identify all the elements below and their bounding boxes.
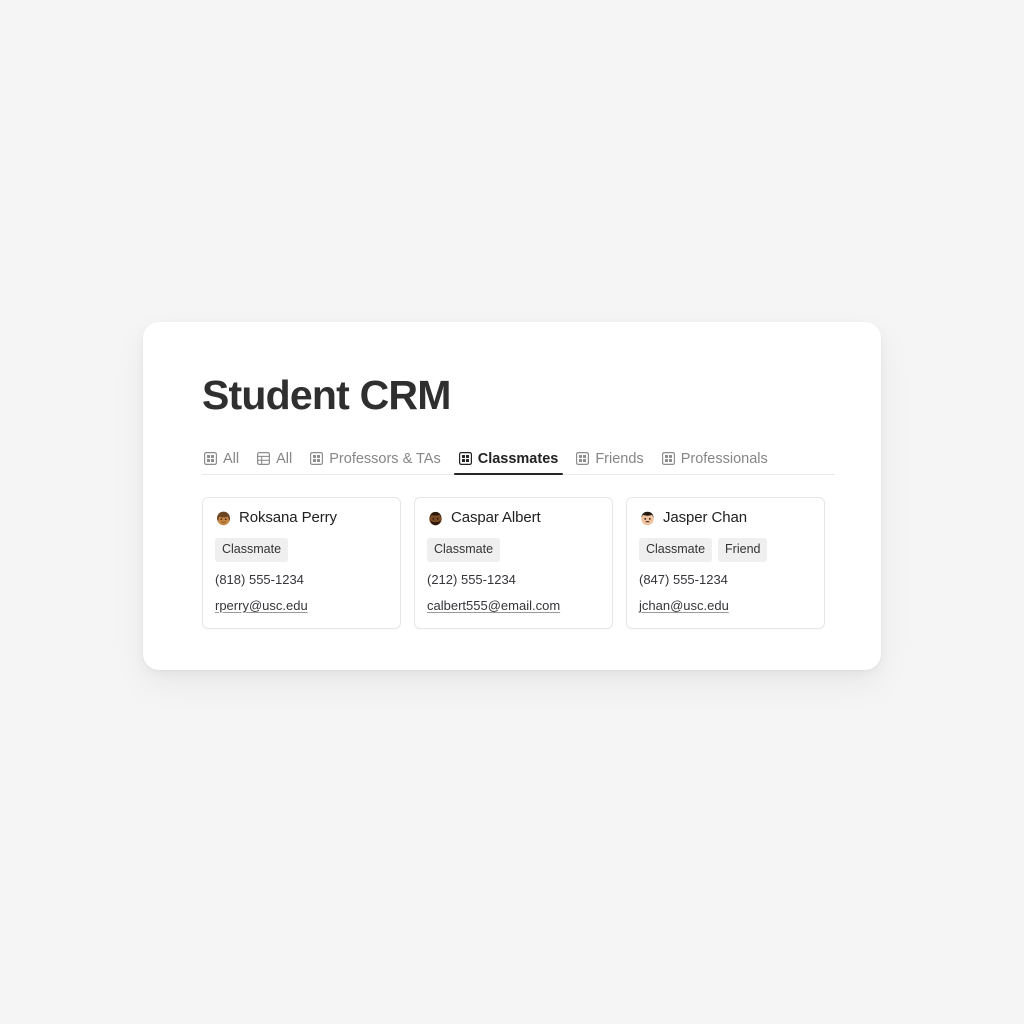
panel-content: Student CRM All All Professors & TAs Classm…: [202, 372, 835, 630]
bearded-man-emoji: [427, 510, 444, 527]
contact-name: Roksana Perry: [239, 509, 337, 527]
card-name-row: Roksana Perry: [215, 510, 388, 527]
gallery-grid-icon: [204, 452, 217, 466]
contact-email[interactable]: rperry@usc.edu: [215, 598, 308, 614]
woman-emoji: [215, 510, 232, 527]
gallery-grid-icon: [576, 452, 590, 466]
tab-all-0[interactable]: All: [202, 452, 248, 475]
tab-label: Professionals: [680, 450, 768, 467]
gallery-grid-icon: [458, 452, 472, 466]
contact-card[interactable]: Caspar Albert Classmate (212) 555-1234 calb…: [414, 497, 613, 630]
contact-name: Caspar Albert: [451, 509, 541, 527]
tab-label: All: [276, 450, 293, 467]
contact-email[interactable]: calbert555@email.com: [427, 598, 560, 614]
contact-phone: (847) 555-1234: [639, 571, 728, 587]
tab-label: Professors & TAs: [329, 450, 441, 467]
tab-all-1[interactable]: All: [248, 452, 301, 475]
tab-label: Friends: [595, 450, 644, 467]
table-icon: [257, 452, 271, 466]
gallery-grid-icon: [310, 452, 324, 466]
tag-row: Classmate: [215, 538, 388, 562]
contact-card[interactable]: Roksana Perry Classmate (818) 555-1234 rper…: [202, 497, 401, 630]
contact-email-row: jchan@usc.edu: [639, 597, 812, 615]
tab-professors-tas-2[interactable]: Professors & TAs: [301, 452, 449, 475]
gallery-grid-icon: [661, 452, 675, 466]
tag-row: Classmate: [427, 538, 600, 562]
tab-friends-4[interactable]: Friends: [567, 452, 652, 475]
tab-professionals-5[interactable]: Professionals: [653, 452, 777, 475]
page-title: Student CRM: [202, 372, 451, 418]
man-emoji: [639, 510, 656, 527]
view-tab-bar: All All Professors & TAs Classmates Friends P…: [202, 444, 835, 476]
contact-name: Jasper Chan: [663, 509, 747, 527]
contact-phone: (212) 555-1234: [427, 571, 516, 587]
student-crm-panel: Student CRM All All Professors & TAs Classm…: [143, 322, 881, 670]
tab-label: Classmates: [477, 450, 559, 467]
card-name-row: Jasper Chan: [639, 510, 812, 527]
tab-classmates-3[interactable]: Classmates: [450, 452, 568, 475]
status-badge: Classmate: [427, 538, 501, 562]
status-badge: Friend: [718, 538, 768, 562]
contact-email-row: rperry@usc.edu: [215, 597, 388, 615]
contact-card[interactable]: Jasper Chan Classmate Friend (847) 555-1234…: [626, 497, 825, 630]
card-name-row: Caspar Albert: [427, 510, 600, 527]
contact-email[interactable]: jchan@usc.edu: [639, 598, 729, 614]
status-badge: Classmate: [639, 538, 713, 562]
contact-phone: (818) 555-1234: [215, 571, 304, 587]
contact-card-grid: Roksana Perry Classmate (818) 555-1234 rper…: [202, 497, 835, 630]
tab-label: All: [223, 450, 240, 467]
status-badge: Classmate: [215, 538, 289, 562]
contact-email-row: calbert555@email.com: [427, 597, 600, 615]
tag-row: Classmate Friend: [639, 538, 812, 562]
